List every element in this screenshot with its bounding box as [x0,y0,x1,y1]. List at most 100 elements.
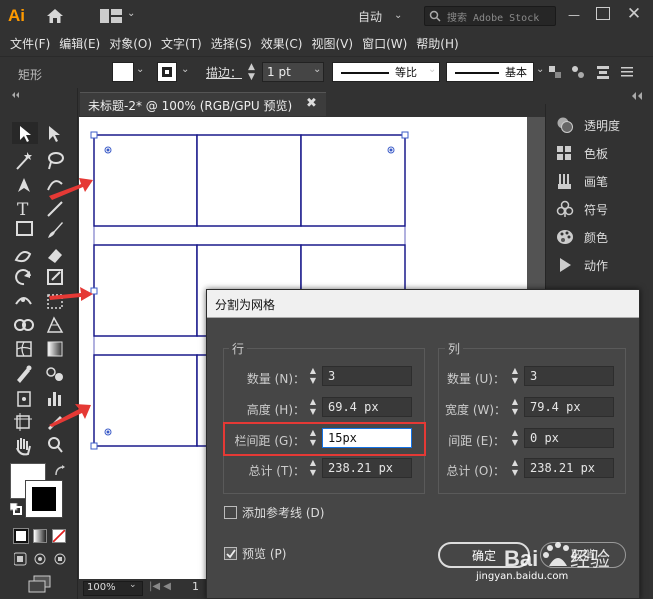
collapse-arrows-icon[interactable] [10,92,64,98]
menu-view[interactable]: 视图(V) [311,35,353,52]
preview-checkbox[interactable] [224,547,237,560]
svg-text:T: T [17,200,29,220]
workspace-switcher[interactable]: 自动 [358,8,398,24]
rows-count-stepper[interactable]: ▲ ▼ [306,366,320,386]
chevron-down-icon[interactable]: ⌄ [127,8,137,22]
panel-label: 透明度 [584,119,621,133]
panel-label: 画笔 [584,175,609,189]
columns-total-label: 总计 (O)： [446,464,505,478]
recolor-icon[interactable] [570,64,586,80]
none-mode-button[interactable] [52,529,66,543]
columns-total-field[interactable]: 238.21 px [524,458,614,478]
rows-gutter-field[interactable]: 15px [322,428,412,448]
dialog-title-bar[interactable]: 分割为网格 [207,290,639,318]
search-icon [429,10,441,22]
artboard-nav-prev[interactable]: |◀ ◀ [149,581,171,592]
menu-edit[interactable]: 编辑(E) [59,35,100,52]
panel-symbols[interactable]: 符号 [556,198,652,220]
columns-gutter-field[interactable]: 0 px [524,428,614,448]
title-bar: Ai ⌄ 自动 ⌄ 搜索 Adobe Stock — ✕ [0,0,653,32]
rows-total-stepper[interactable]: ▲ ▼ [306,458,320,478]
drawing-modes-icon[interactable] [14,551,70,567]
stroke-color-swatch[interactable] [157,62,177,82]
fill-color-swatch[interactable] [112,62,134,82]
columns-width-field[interactable]: 79.4 px [524,397,614,417]
panel-color[interactable]: 颜色 [556,226,652,248]
style-icon[interactable] [548,64,562,80]
screen-mode-icon[interactable] [28,575,52,593]
columns-group-title: 列 [445,340,464,357]
home-icon[interactable] [46,8,64,24]
close-window-button[interactable]: ✕ [626,4,642,24]
maximize-button[interactable] [596,7,610,20]
chevron-down-icon[interactable]: ⌄ [136,64,144,75]
columns-total-stepper[interactable]: ▲ ▼ [508,458,522,478]
menu-bar: 文件(F) 编辑(E) 对象(O) 文字(T) 选择(S) 效果(C) 视图(V… [0,32,653,54]
object-type-label: 矩形 [18,68,43,82]
variable-width-profile-dropdown[interactable]: 等比 [332,62,440,82]
svg-text:Bai: Bai [504,546,538,571]
menu-object[interactable]: 对象(O) [109,35,152,52]
panel-swatches[interactable]: 色板 [556,142,652,164]
align-icon[interactable] [596,64,610,80]
menu-window[interactable]: 窗口(W) [362,35,407,52]
panel-actions[interactable]: 动作 [556,254,652,276]
panel-brushes[interactable]: 画笔 [556,170,652,192]
close-icon[interactable]: ✖ [306,96,317,111]
rows-gutter-stepper[interactable]: ▲ ▼ [306,428,320,448]
panel-label: 符号 [584,203,609,217]
gradient-mode-button[interactable] [33,529,47,543]
panel-menu-icon[interactable] [620,64,634,80]
columns-count-field[interactable]: 3 [524,366,614,386]
watermark-url: jingyan.baidu.com [476,571,569,582]
checkmark-icon [226,549,236,559]
baidu-jingyan-watermark: Bai 经验 [504,542,610,571]
columns-width-stepper[interactable]: ▲ ▼ [508,397,522,417]
brush-definition-dropdown[interactable]: 基本 [446,62,534,82]
menu-file[interactable]: 文件(F) [10,35,50,52]
default-colors-icon[interactable] [10,503,22,515]
panel-transparency[interactable]: 透明度 [556,114,652,136]
menu-select[interactable]: 选择(S) [211,35,252,52]
menu-help[interactable]: 帮助(H) [416,35,458,52]
columns-gutter-stepper[interactable]: ▲ ▼ [508,428,522,448]
chevron-down-icon[interactable]: ⌄ [536,64,544,75]
rows-count-label: 数量 (N)： [246,372,305,386]
document-tab[interactable]: 未标题-2* @ 100% (RGB/GPU 预览) ✖ [80,92,326,116]
color-mode-button[interactable] [13,528,29,544]
brush-line-preview [455,72,499,74]
collapse-arrows-icon[interactable] [630,92,648,100]
artboard-number[interactable]: 1 [192,580,199,593]
add-guides-label: 添加参考线 (D) [242,506,325,520]
chevron-down-icon[interactable]: ⌄ [313,64,321,75]
chevron-down-icon[interactable]: ⌄ [181,64,189,75]
panel-label: 颜色 [584,231,609,245]
rows-gutter-label: 栏间距 (G)： [234,434,305,448]
swap-colors-icon[interactable] [53,464,67,478]
profile-label: 等比 [395,66,417,79]
add-guides-checkbox[interactable] [224,506,237,519]
stroke-label[interactable]: 描边： [206,64,242,81]
stroke-weight-stepper[interactable]: ▲ ▼ [248,62,260,82]
stroke-color-box[interactable] [25,480,63,518]
preview-label: 预览 (P) [242,547,287,561]
menu-type[interactable]: 文字(T) [161,35,202,52]
chevron-down-icon[interactable]: ⌄ [394,10,402,21]
annotation-arrow-icon [49,404,91,427]
rows-total-field[interactable]: 238.21 px [322,458,412,478]
rows-height-field[interactable]: 69.4 px [322,397,412,417]
rows-height-stepper[interactable]: ▲ ▼ [306,397,320,417]
rows-count-field[interactable]: 3 [322,366,412,386]
app-logo: Ai [8,6,25,25]
svg-text:经验: 经验 [570,547,610,571]
rows-total-label: 总计 (T)： [248,464,305,478]
menu-effect[interactable]: 效果(C) [261,35,303,52]
columns-count-stepper[interactable]: ▲ ▼ [508,366,522,386]
panel-label: 色板 [584,147,609,161]
minimize-button[interactable]: — [566,8,582,24]
stock-search-input[interactable]: 搜索 Adobe Stock [424,6,556,26]
chevron-down-icon[interactable]: ⌄ [428,64,436,75]
arrange-documents-icon[interactable] [100,9,122,23]
chevron-down-icon[interactable]: ⌄ [129,580,137,590]
dialog-title: 分割为网格 [215,298,276,312]
